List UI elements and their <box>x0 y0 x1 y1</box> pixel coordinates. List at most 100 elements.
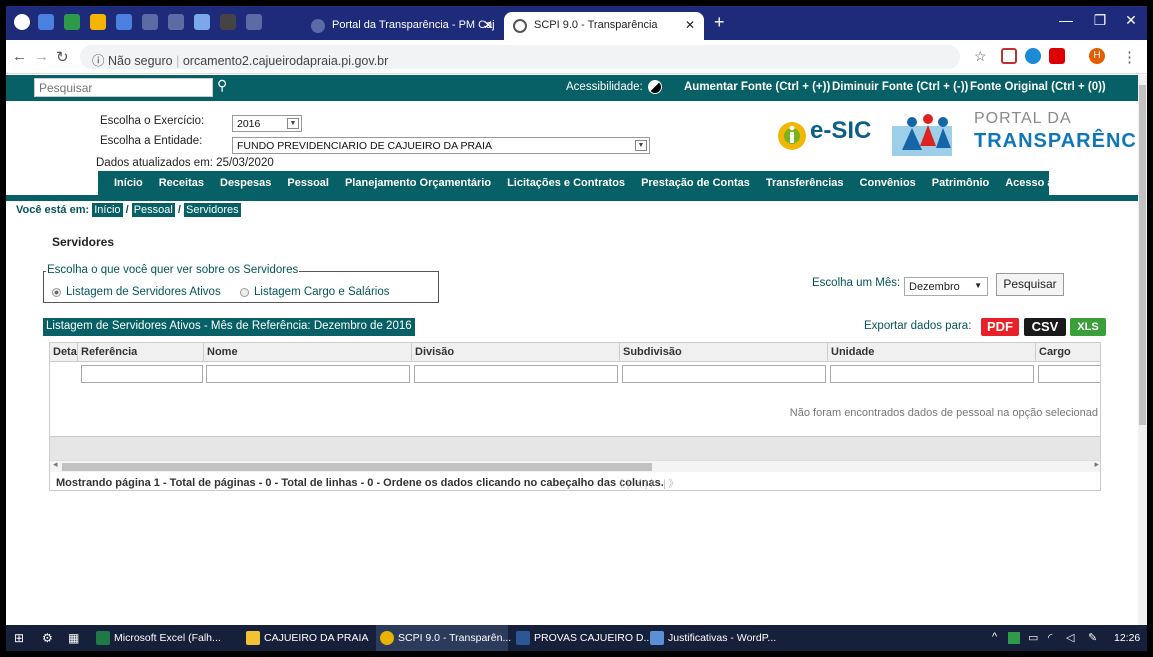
menu-item[interactable]: Licitações e Contratos <box>507 177 625 189</box>
column-header-referencia[interactable]: Referência <box>78 343 204 362</box>
url-text: orcamento2.cajueirodapraia.pi.gov.br <box>182 54 389 68</box>
menu-item[interactable]: Início <box>114 177 143 189</box>
pager-buttons[interactable]: 《 | 〈 | 〉 | 》 <box>614 475 678 490</box>
forward-icon[interactable]: → <box>34 48 49 65</box>
taskbar-item-excel[interactable]: Microsoft Excel (Falh... <box>92 625 232 651</box>
column-header-divisao[interactable]: Divisão <box>412 343 620 362</box>
column-header-detalhe[interactable]: Deta <box>50 343 78 362</box>
menu-item[interactable]: Planejamento Orçamentário <box>345 177 491 189</box>
breadcrumb-inicio[interactable]: Início <box>92 203 123 217</box>
settings-gear-icon[interactable]: ⚙ <box>42 631 53 645</box>
pagination-summary: Mostrando página 1 - Total de páginas - … <box>56 477 664 489</box>
scroll-right-icon[interactable]: ▸ <box>1094 459 1099 470</box>
contrast-icon[interactable] <box>648 80 662 94</box>
pinned-tab-icon[interactable] <box>246 14 262 30</box>
entity-select[interactable]: FUNDO PREVIDENCIARIO DE CAJUEIRO DA PRAI… <box>232 137 650 154</box>
tray-chevron-up-icon[interactable]: ^ <box>992 631 997 643</box>
extension-icon[interactable] <box>1025 48 1041 64</box>
menu-kebab-icon[interactable]: ⋮ <box>1122 48 1137 66</box>
page-scrollbar[interactable] <box>1138 75 1147 625</box>
star-icon[interactable]: ☆ <box>974 48 987 65</box>
radio-checked-icon <box>52 287 61 297</box>
back-icon[interactable]: ← <box>12 48 27 65</box>
column-header-subdivisao[interactable]: Subdivisão <box>620 343 828 362</box>
horizontal-scroll-thumb[interactable] <box>62 463 652 471</box>
tab-portal-transparencia[interactable]: Portal da Transparência - PM Caj ✕ <box>302 12 502 40</box>
info-icon[interactable]: ⓘ <box>92 54 105 68</box>
breadcrumb-servidores[interactable]: Servidores <box>184 203 241 217</box>
scroll-left-icon[interactable]: ◂ <box>53 459 58 470</box>
reload-icon[interactable]: ↻ <box>56 48 69 66</box>
wifi-icon[interactable]: ◜ <box>1048 631 1052 644</box>
radio-servidores-ativos[interactable]: Listagem de Servidores Ativos <box>52 286 221 298</box>
font-decrease-link[interactable]: Diminuir Fonte (Ctrl + (-)) <box>832 81 968 93</box>
grid-summary-band <box>50 436 1100 460</box>
menu-item[interactable]: Despesas <box>220 177 271 189</box>
portal-transparencia-logo[interactable]: PORTAL DA TRANSPARÊNCIA <box>888 110 1147 165</box>
profile-avatar[interactable]: H <box>1089 48 1105 64</box>
minimize-button[interactable]: — <box>1051 12 1081 28</box>
month-select[interactable]: Dezembro ▼ <box>904 277 988 296</box>
page-scroll-thumb[interactable] <box>1139 85 1146 425</box>
column-header-nome[interactable]: Nome <box>204 343 412 362</box>
taskbar-item-wordpad[interactable]: Justificativas - WordP... <box>646 625 782 651</box>
menu-item[interactable]: Transferências <box>766 177 844 189</box>
export-csv-button[interactable]: CSV <box>1024 318 1066 336</box>
photos-icon[interactable] <box>194 14 210 30</box>
export-xls-button[interactable]: XLS <box>1070 318 1106 336</box>
search-icon[interactable]: ⚲ <box>217 77 227 94</box>
tray-app-icon[interactable] <box>1008 632 1020 644</box>
column-header-unidade[interactable]: Unidade <box>828 343 1036 362</box>
chrome-icon[interactable] <box>14 14 30 30</box>
font-original-link[interactable]: Fonte Original (Ctrl + (0)) <box>970 81 1106 93</box>
close-tab-icon[interactable]: ✕ <box>483 18 493 32</box>
site-search-input[interactable] <box>34 78 213 97</box>
taskbar-item-chrome[interactable]: SCPI 9.0 - Transparên... <box>376 625 511 651</box>
portal-logo-line2: TRANSPARÊNCIA <box>974 130 1147 152</box>
pinned-tab-icon[interactable] <box>220 14 236 30</box>
extension-icon[interactable] <box>1001 48 1017 64</box>
horizontal-scrollbar[interactable]: ◂ ▸ <box>50 459 1100 472</box>
menu-item[interactable]: Receitas <box>159 177 204 189</box>
pinned-tab-icon[interactable] <box>168 14 184 30</box>
menu-item[interactable]: Convênios <box>860 177 916 189</box>
filter-subdivisao-input[interactable] <box>622 365 826 383</box>
menu-item[interactable]: Patrimônio <box>932 177 989 189</box>
extension-icon[interactable] <box>1049 48 1065 64</box>
menu-item[interactable]: Pessoal <box>287 177 329 189</box>
search-button[interactable]: Pesquisar <box>996 273 1064 296</box>
filter-referencia-input[interactable] <box>81 365 203 383</box>
column-header-cargo[interactable]: Cargo <box>1036 343 1100 362</box>
radio-cargo-salarios[interactable]: Listagem Cargo e Salários <box>240 286 390 298</box>
battery-icon[interactable]: ▭ <box>1028 631 1038 644</box>
drive-icon[interactable] <box>90 14 106 30</box>
filter-unidade-input[interactable] <box>830 365 1034 383</box>
export-pdf-button[interactable]: PDF <box>981 318 1019 336</box>
pen-icon[interactable]: ✎ <box>1088 631 1097 644</box>
close-window-button[interactable]: ✕ <box>1116 12 1146 29</box>
menu-item[interactable]: Acesso à Informação <box>1005 177 1116 189</box>
calculator-icon[interactable]: ▦ <box>68 631 79 645</box>
url-field[interactable]: ⓘ Não seguro | orcamento2.cajueirodaprai… <box>80 45 960 69</box>
clock[interactable]: 12:26 <box>1114 632 1140 644</box>
esic-logo[interactable]: e-SIC <box>776 116 876 156</box>
new-tab-button[interactable]: + <box>714 12 725 33</box>
font-increase-link[interactable]: Aumentar Fonte (Ctrl + (+)) <box>684 81 830 93</box>
windows-start-icon[interactable]: ⊞ <box>14 631 24 645</box>
breadcrumb-pessoal[interactable]: Pessoal <box>131 203 175 217</box>
volume-icon[interactable]: ◁ <box>1066 631 1074 644</box>
pinned-tab-icon[interactable] <box>142 14 158 30</box>
forms-icon[interactable] <box>116 14 132 30</box>
exercise-select[interactable]: 2016 ▼ <box>232 115 302 132</box>
filter-nome-input[interactable] <box>206 365 410 383</box>
filter-cargo-input[interactable] <box>1038 365 1100 383</box>
maximize-button[interactable]: ❐ <box>1085 12 1115 29</box>
tab-scpi[interactable]: SCPI 9.0 - Transparência ✕ <box>504 12 704 40</box>
plus-app-icon[interactable] <box>64 14 80 30</box>
filter-divisao-input[interactable] <box>414 365 618 383</box>
taskbar-item-word[interactable]: PROVAS CAJUEIRO D... <box>512 625 652 651</box>
close-tab-icon[interactable]: ✕ <box>685 18 695 32</box>
docs-icon[interactable] <box>38 14 54 30</box>
menu-item[interactable]: Prestação de Contas <box>641 177 750 189</box>
taskbar-item-folder[interactable]: CAJUEIRO DA PRAIA <box>242 625 368 651</box>
